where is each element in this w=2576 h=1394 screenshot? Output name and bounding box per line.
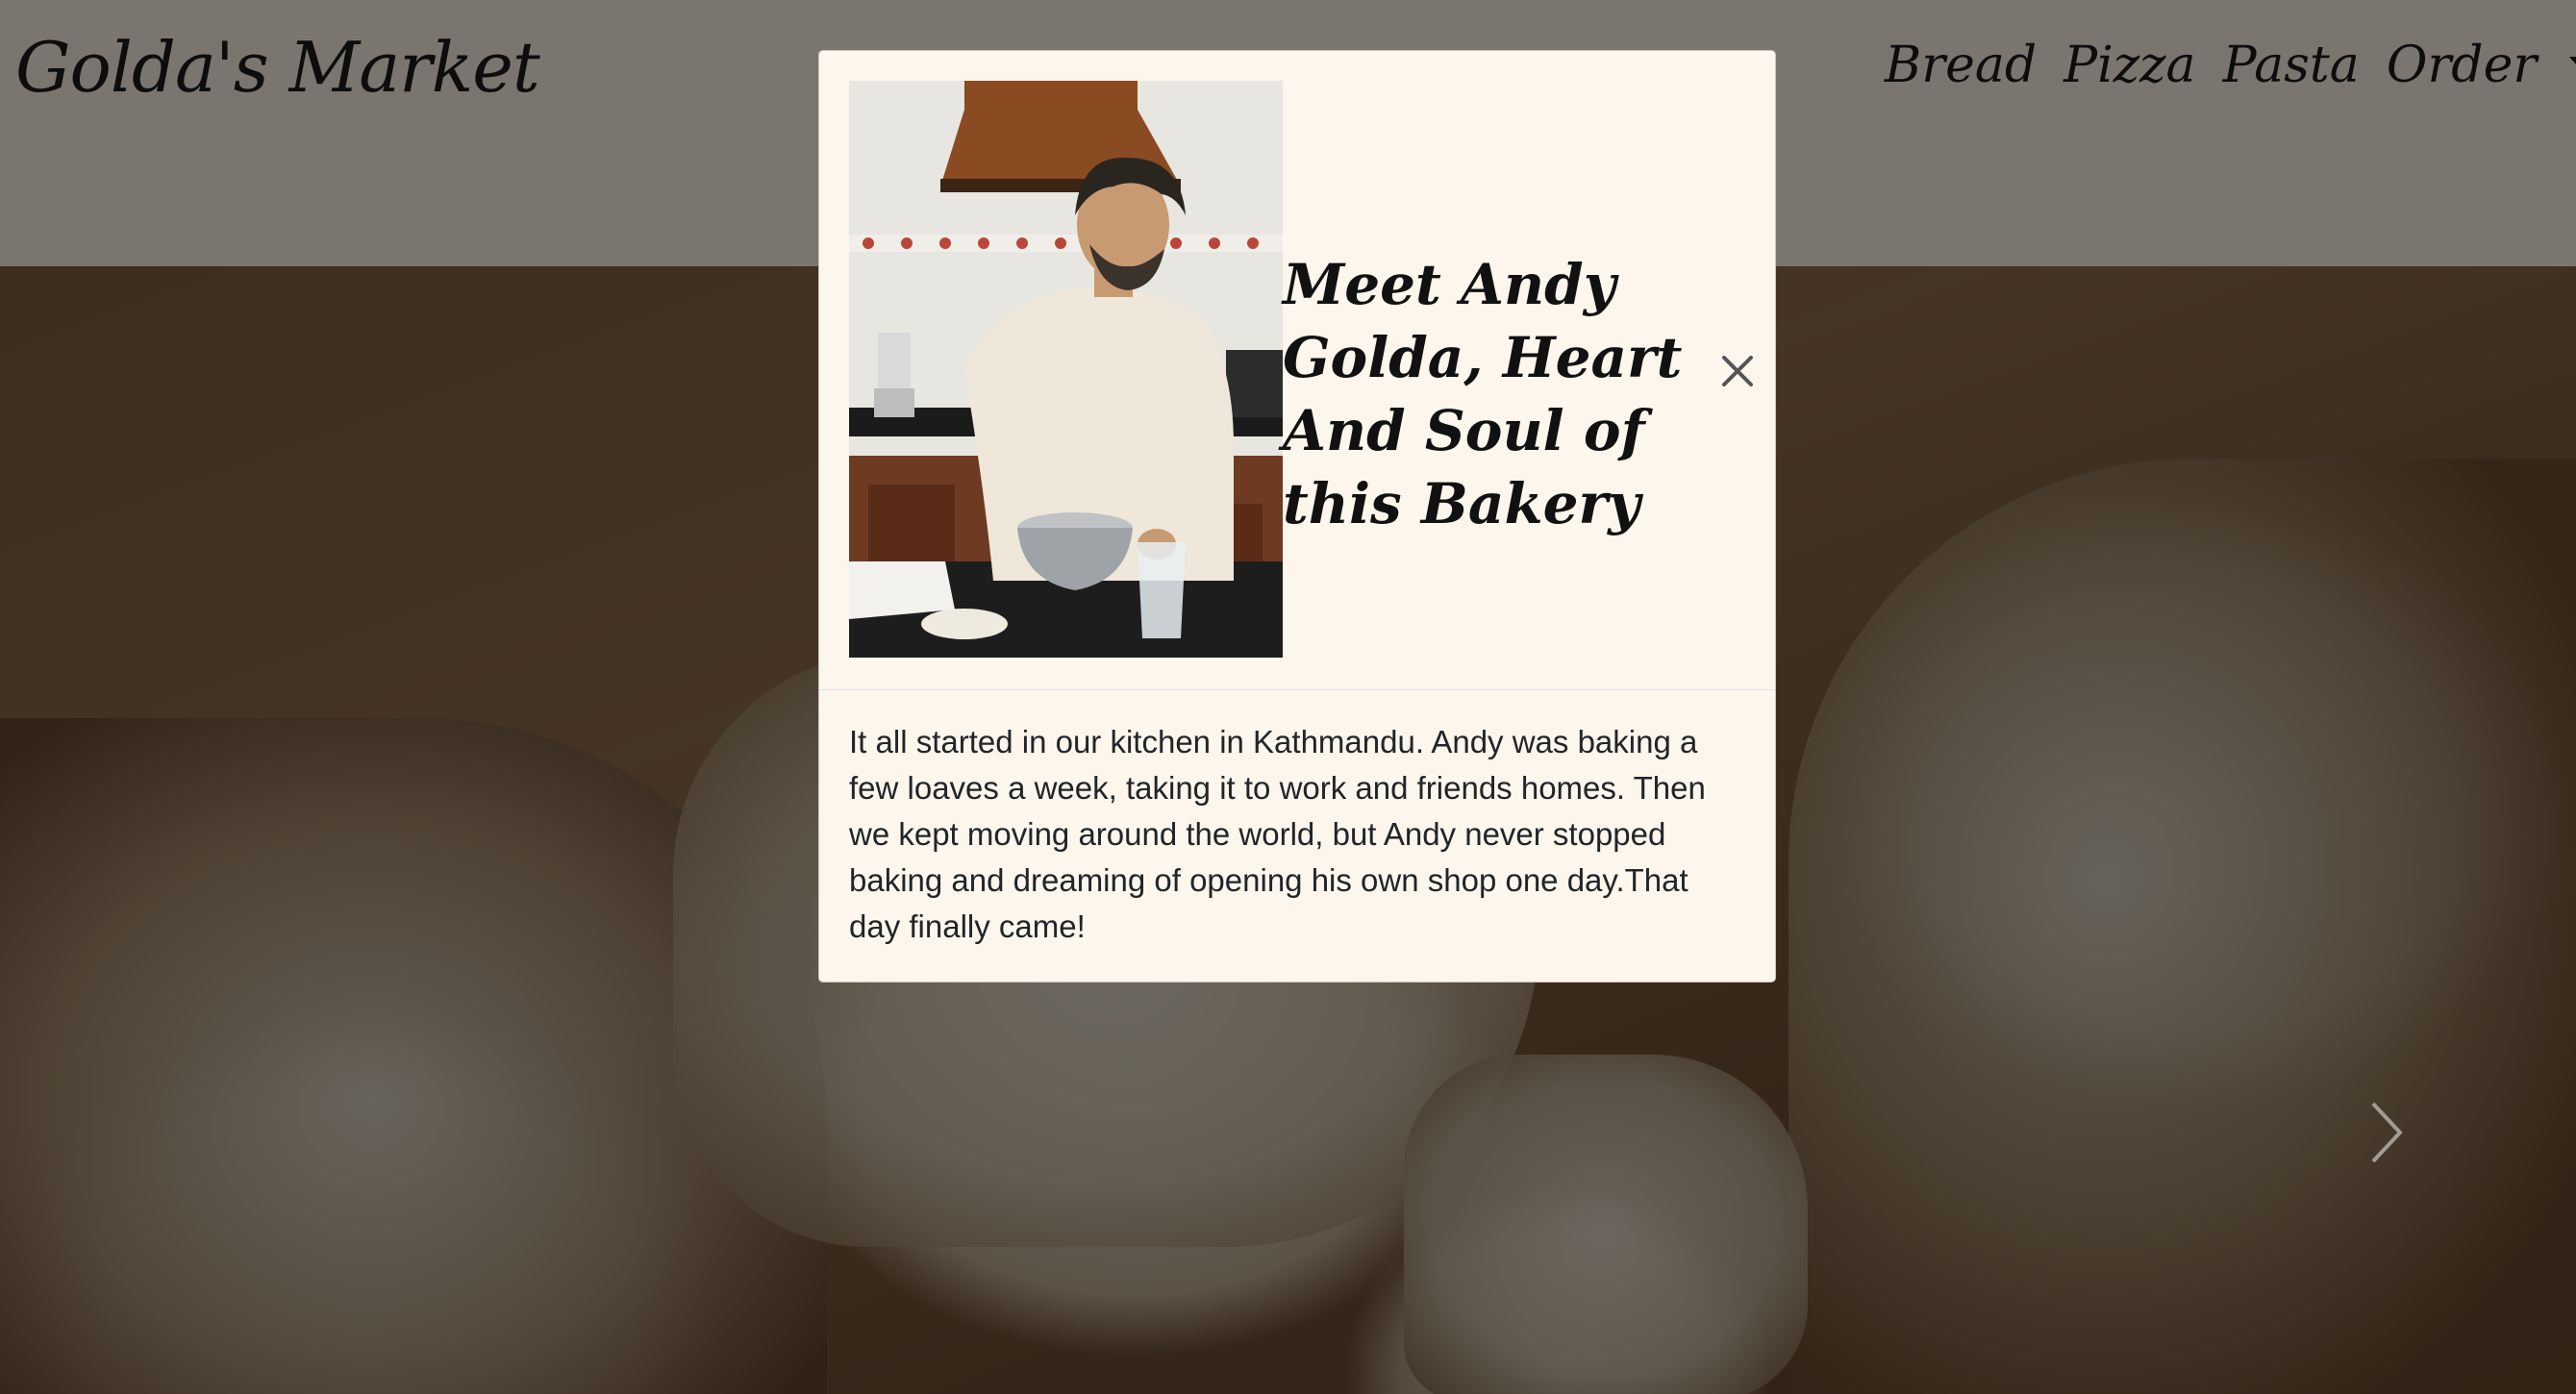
about-modal: Meet Andy Golda, Heart And Soul of this … xyxy=(818,50,1776,983)
modal-title: Meet Andy Golda, Heart And Soul of this … xyxy=(1283,252,1683,536)
modal-body-text: It all started in our kitchen in Kathman… xyxy=(849,724,1706,944)
chef-photo-illustration xyxy=(849,81,1283,658)
andy-portrait-image xyxy=(849,81,1283,658)
page: Golda's Market Bread Pizza Pasta Order xyxy=(0,0,2576,1394)
chevron-right-icon[interactable] xyxy=(2367,1098,2406,1167)
close-icon[interactable] xyxy=(1718,352,1757,390)
modal-header: Meet Andy Golda, Heart And Soul of this … xyxy=(819,51,1775,690)
